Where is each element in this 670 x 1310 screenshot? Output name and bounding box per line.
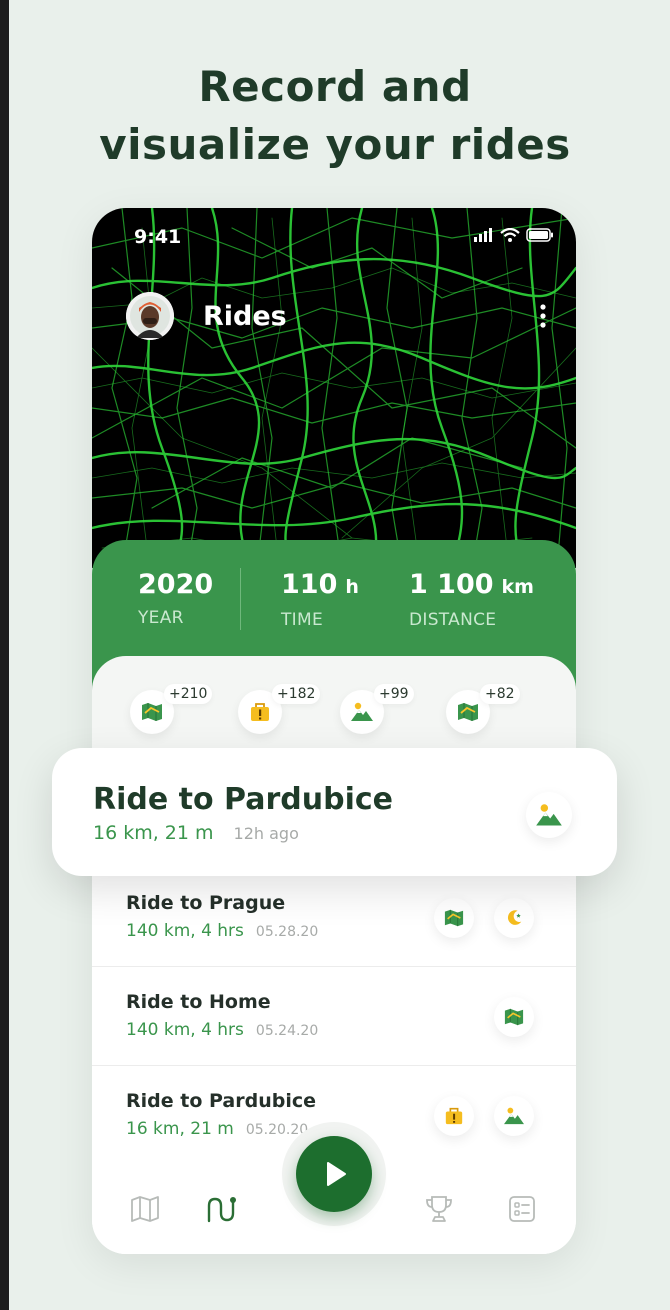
ride-name: Ride to Pardubice	[126, 1090, 316, 1112]
ride-badge	[434, 898, 474, 938]
avatar[interactable]	[126, 292, 174, 340]
stat-distance-label: DISTANCE	[409, 610, 497, 630]
badge-count: +210	[164, 684, 213, 704]
list-item[interactable]: Ride to Home 140 km, 4 hrs 05.24.20	[92, 967, 576, 1066]
play-button-wrap	[282, 1122, 386, 1226]
stat-divider	[240, 568, 241, 630]
page-title: Rides	[203, 301, 287, 332]
nav-achievements[interactable]	[422, 1192, 456, 1226]
map-lines	[92, 208, 576, 568]
ride-meta: 16 km, 21 m 05.20.20	[126, 1119, 308, 1139]
stat-time-value-row: 110 h	[281, 570, 359, 602]
nav-checklist[interactable]	[505, 1192, 539, 1226]
ride-date: 05.24.20	[255, 1023, 319, 1039]
bottom-nav	[92, 1122, 576, 1254]
nav-map[interactable]	[128, 1192, 162, 1226]
ride-badge	[494, 898, 534, 938]
badge-warning[interactable]: +182	[238, 684, 321, 734]
stat-distance-value: 1 100	[409, 569, 494, 600]
badge-count: +182	[272, 684, 321, 704]
ride-badge	[434, 1096, 474, 1136]
ride-distance-time: 140 km, 4 hrs	[126, 1020, 244, 1040]
stat-distance-unit: km	[501, 576, 534, 598]
mountain-icon	[351, 702, 373, 721]
headline-line-2: visualize your rides	[99, 120, 571, 169]
signal-icon	[474, 228, 492, 242]
ride-badge	[494, 1096, 534, 1136]
rides-heatmap	[92, 208, 576, 568]
checklist-icon	[509, 1196, 535, 1222]
badge-map[interactable]: +210	[130, 684, 213, 734]
ride-meta: 140 km, 4 hrs 05.28.20	[126, 921, 318, 941]
ride-name: Ride to Home	[126, 991, 271, 1013]
stat-year-value: 2020	[138, 569, 214, 600]
stat-year: 2020 YEAR	[138, 569, 214, 629]
mountain-icon	[504, 1107, 524, 1125]
stat-time-value: 110	[281, 569, 338, 600]
stat-time-label: TIME	[281, 610, 324, 630]
route-nav-icon	[207, 1197, 236, 1223]
ride-date: 05.28.20	[255, 924, 319, 940]
promo-headline: Record and visualize your rides	[0, 58, 670, 174]
battery-icon	[526, 228, 553, 242]
badge-mountain[interactable]: +99	[340, 684, 414, 734]
badge-count: +99	[374, 684, 414, 704]
map-icon	[504, 1008, 524, 1026]
avatar-image	[126, 292, 174, 340]
list-item[interactable]: Ride to Prague 140 km, 4 hrs 05.28.20	[92, 868, 576, 967]
ride-meta: 140 km, 4 hrs 05.24.20	[126, 1020, 318, 1040]
map-icon	[444, 909, 464, 927]
stat-time: 110 h TIME	[281, 570, 359, 631]
stat-distance-value-row: 1 100 km	[409, 570, 534, 602]
highlight-ride-meta: 16 km, 21 m 12h ago	[93, 822, 299, 844]
badge-map-2[interactable]: +82	[446, 684, 520, 734]
status-time: 9:41	[134, 226, 182, 248]
ride-distance-time: 140 km, 4 hrs	[126, 921, 244, 941]
ride-distance-time: 16 km, 21 m	[126, 1119, 234, 1139]
map-icon	[458, 703, 478, 721]
stat-year-label: YEAR	[138, 608, 184, 628]
highlight-ride-name: Ride to Pardubice	[93, 782, 393, 817]
stat-distance: 1 100 km DISTANCE	[409, 570, 534, 631]
app-header: Rides	[92, 292, 576, 342]
highlight-ride-distance-time: 16 km, 21 m	[93, 822, 214, 844]
mountain-icon	[536, 804, 562, 826]
ride-badge	[494, 997, 534, 1037]
highlight-ride-ago: 12h ago	[233, 824, 299, 843]
headline-line-1: Record and	[198, 62, 472, 111]
left-edge-strip	[0, 0, 9, 1310]
trophy-icon	[426, 1196, 452, 1222]
highlight-ride-badge	[526, 792, 572, 838]
map-nav-icon	[131, 1196, 159, 1222]
moon-icon	[507, 910, 522, 925]
phone-screen: 9:41 Rides 2020 YEAR 110 h TIME 1 100 km…	[92, 208, 576, 1254]
wifi-icon	[500, 228, 520, 242]
play-icon	[327, 1162, 346, 1186]
stat-time-unit: h	[345, 576, 359, 598]
ride-name: Ride to Prague	[126, 892, 286, 914]
highlighted-ride-card[interactable]: Ride to Pardubice 16 km, 21 m 12h ago	[52, 748, 617, 876]
status-bar: 9:41	[92, 208, 576, 258]
nav-routes[interactable]	[204, 1192, 238, 1226]
more-vertical-icon[interactable]	[540, 304, 546, 328]
record-ride-button[interactable]	[296, 1136, 372, 1212]
badge-count: +82	[480, 684, 520, 704]
warning-bag-icon	[445, 1107, 463, 1125]
warning-bag-icon	[251, 703, 269, 721]
status-icons	[474, 228, 554, 242]
map-icon	[142, 703, 162, 721]
